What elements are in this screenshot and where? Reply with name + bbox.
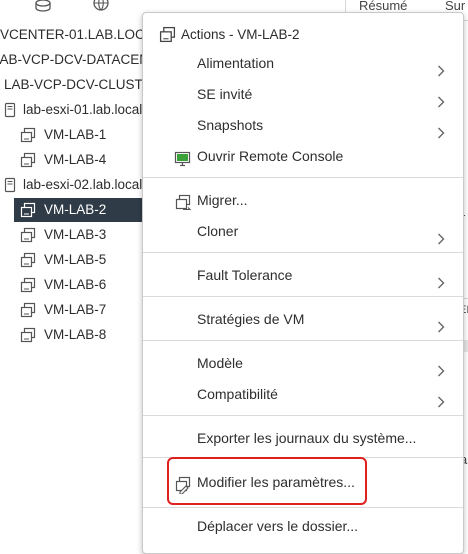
menu-item-move-to-folder[interactable]: Déplacer vers le dossier...	[143, 511, 463, 541]
tree-item-label: LAB-VCP-DCV-DATACENTER	[0, 52, 155, 67]
menu-item-template[interactable]: Modèle	[143, 348, 463, 378]
menu-item-label: Alimentation	[197, 55, 275, 71]
host-icon	[2, 102, 18, 118]
vm-icon	[20, 327, 36, 343]
chevron-right-icon	[437, 119, 445, 139]
menu-item-label: Ouvrir Remote Console	[197, 148, 344, 164]
menu-item-label: Exporter les journaux du système...	[197, 430, 417, 446]
tree-item-label: VM-LAB-3	[44, 227, 107, 242]
menu-item-migrate[interactable]: Migrer...	[143, 185, 463, 215]
tree-item-label: VM-LAB-2	[44, 202, 107, 217]
tree-item-vm[interactable]: VM-LAB-8	[0, 323, 155, 347]
menu-item-label: SE invité	[197, 86, 253, 102]
tree-item-vm[interactable]: VM-LAB-1	[0, 123, 155, 147]
tree-item-label: VM-LAB-4	[44, 152, 107, 167]
menu-separator	[143, 507, 463, 508]
menu-item-snapshots[interactable]: Snapshots	[143, 110, 463, 140]
menu-item-label: Migrer...	[197, 192, 248, 208]
menu-separator	[143, 177, 463, 178]
vm-icon	[20, 252, 36, 268]
inventory-tree: VCENTER-01.LAB.LOCAL LAB-VCP-DCV-DATACEN…	[0, 0, 155, 543]
tree-item-vm[interactable]: VM-LAB-4	[0, 148, 155, 172]
tree-item-cluster[interactable]: LAB-VCP-DCV-CLUSTER	[0, 73, 155, 97]
vm-icon	[20, 302, 36, 318]
menu-separator	[143, 252, 463, 253]
chevron-right-icon	[437, 88, 445, 108]
tree-item-host-1[interactable]: lab-esxi-01.lab.local	[0, 98, 155, 122]
vm-icon	[159, 26, 176, 43]
tree-item-label: LAB-VCP-DCV-CLUSTER	[4, 77, 155, 92]
tree-item-vm-selected[interactable]: VM-LAB-2	[14, 198, 155, 222]
tree-item-label: lab-esxi-02.lab.local	[23, 177, 143, 192]
tree-item-vm[interactable]: VM-LAB-6	[0, 273, 155, 297]
menu-item-label: Compatibilité	[197, 386, 278, 402]
menu-item-power[interactable]: Alimentation	[143, 48, 463, 78]
tree-item-host-2[interactable]: lab-esxi-02.lab.local	[0, 173, 155, 197]
vm-actions-menu: Actions - VM-LAB-2 Alimentation SE invit…	[142, 12, 464, 554]
menu-item-label: Cloner	[197, 223, 239, 239]
tree-item-vcenter[interactable]: VCENTER-01.LAB.LOCAL	[0, 23, 155, 47]
menu-item-compatibility[interactable]: Compatibilité	[143, 379, 463, 409]
menu-item-guest-os[interactable]: SE invité	[143, 79, 463, 109]
chevron-right-icon	[437, 269, 445, 289]
chevron-right-icon	[437, 57, 445, 77]
tree-item-label: VM-LAB-6	[44, 277, 107, 292]
menu-item-label: Modèle	[197, 355, 243, 371]
menu-item-label: Snapshots	[197, 117, 264, 133]
menu-separator	[143, 340, 463, 341]
menu-separator	[143, 415, 463, 416]
tree-item-label: VM-LAB-5	[44, 252, 107, 267]
menu-item-clone[interactable]: Cloner	[143, 216, 463, 246]
menu-separator	[143, 296, 463, 297]
vm-icon	[20, 277, 36, 293]
menu-item-label: Fault Tolerance	[197, 267, 293, 283]
tree-item-datacenter[interactable]: LAB-VCP-DCV-DATACENTER	[0, 48, 155, 72]
chevron-right-icon	[437, 388, 445, 408]
menu-item-vm-policies[interactable]: Stratégies de VM	[143, 304, 463, 334]
chevron-right-icon	[437, 357, 445, 377]
tree-item-label: VM-LAB-8	[44, 327, 107, 342]
remote-console-icon	[174, 148, 192, 167]
vm-icon	[20, 127, 36, 143]
tree-item-label: VM-LAB-7	[44, 302, 107, 317]
host-icon	[2, 177, 18, 193]
vm-icon	[20, 227, 36, 243]
vm-icon	[20, 202, 36, 218]
tree-item-vm[interactable]: VM-LAB-5	[0, 248, 155, 272]
menu-header-title: Actions - VM-LAB-2	[181, 27, 300, 42]
vm-icon	[20, 152, 36, 168]
highlight-box	[167, 457, 367, 505]
tree-item-label: VM-LAB-1	[44, 127, 107, 142]
globe-icon[interactable]	[92, 0, 110, 12]
tree-item-label: lab-esxi-01.lab.local	[23, 102, 143, 117]
menu-item-fault-tolerance[interactable]: Fault Tolerance	[143, 260, 463, 290]
menu-header: Actions - VM-LAB-2	[143, 25, 463, 45]
menu-item-remote-console[interactable]: Ouvrir Remote Console	[143, 141, 463, 171]
menu-item-label: Déplacer vers le dossier...	[197, 518, 359, 534]
tree-toolbar	[0, 0, 155, 14]
menu-item-label: Stratégies de VM	[197, 311, 305, 327]
chevron-right-icon	[437, 225, 445, 245]
tree-item-vm[interactable]: VM-LAB-7	[0, 298, 155, 322]
migrate-icon	[174, 192, 192, 211]
database-icon[interactable]	[34, 0, 52, 12]
menu-item-export-logs[interactable]: Exporter les journaux du système...	[143, 423, 463, 453]
tree-item-vm[interactable]: VM-LAB-3	[0, 223, 155, 247]
chevron-right-icon	[437, 313, 445, 333]
tree-item-label: VCENTER-01.LAB.LOCAL	[0, 27, 155, 42]
